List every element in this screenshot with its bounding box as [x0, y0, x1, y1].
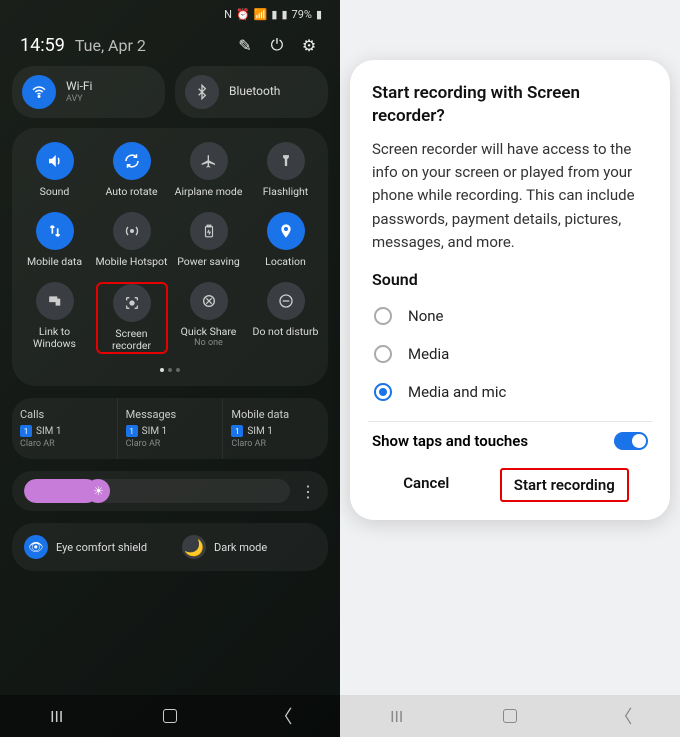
- flashlight-icon: [267, 142, 305, 180]
- battery-percent: 79%: [292, 8, 312, 21]
- brightness-track[interactable]: ☀: [24, 479, 290, 503]
- signal-icon: ▮: [281, 8, 287, 21]
- radio-label: Media and mic: [408, 383, 506, 401]
- tiles-pager[interactable]: [16, 368, 324, 372]
- edit-icon[interactable]: ✎: [234, 34, 256, 56]
- cancel-button[interactable]: Cancel: [391, 468, 461, 502]
- qs-tiles: Sound Auto rotate Airplane mode Flashlig…: [12, 128, 328, 386]
- data-icon: [36, 212, 74, 250]
- nav-bar: III 〈: [340, 695, 680, 737]
- signal-icon: ▮: [271, 8, 277, 21]
- radio-icon: [374, 383, 392, 401]
- tile-flashlight[interactable]: Flashlight: [250, 142, 322, 198]
- tile-auto-rotate[interactable]: Auto rotate: [96, 142, 168, 198]
- home-button[interactable]: [150, 706, 190, 726]
- more-icon[interactable]: ⋮: [300, 482, 316, 501]
- nav-bar: III 〈: [0, 695, 340, 737]
- qs-header: 14:59 Tue, Apr 2 ✎ ⏻ ⚙: [12, 28, 328, 66]
- radio-icon: [374, 307, 392, 325]
- recents-button[interactable]: III: [377, 706, 417, 726]
- tile-dnd[interactable]: Do not disturb: [250, 282, 322, 354]
- tile-hotspot[interactable]: Mobile Hotspot: [96, 212, 168, 268]
- wifi-ssid: AVY: [66, 94, 92, 104]
- dialog-title: Start recording with Screen recorder?: [372, 82, 648, 128]
- moon-icon: 🌙: [182, 535, 206, 559]
- clock-time[interactable]: 14:59: [20, 35, 65, 56]
- tile-airplane[interactable]: Airplane mode: [173, 142, 245, 198]
- tile-location[interactable]: Location: [250, 212, 322, 268]
- sound-icon: [36, 142, 74, 180]
- alarm-icon: ⏰: [236, 8, 250, 21]
- battery-icon: ▮: [316, 8, 322, 21]
- qs-pill-row: Wi-Fi AVY Bluetooth: [12, 66, 328, 118]
- wifi-icon: [22, 75, 56, 109]
- brightness-slider[interactable]: ☀ ⋮: [12, 471, 328, 511]
- bluetooth-pill[interactable]: Bluetooth: [175, 66, 328, 118]
- radio-icon: [374, 345, 392, 363]
- mode-pill-row: 👁 Eye comfort shield 🌙 Dark mode: [12, 523, 328, 571]
- radio-label: Media: [408, 345, 449, 363]
- gear-icon[interactable]: ⚙: [298, 34, 320, 56]
- radio-none[interactable]: None: [372, 297, 648, 335]
- clock-date[interactable]: Tue, Apr 2: [75, 36, 224, 55]
- tile-quick-share[interactable]: Quick Share No one: [173, 282, 245, 354]
- tile-sound[interactable]: Sound: [19, 142, 91, 198]
- sim-data[interactable]: Mobile data 1SIM 1 Claro AR: [222, 398, 328, 459]
- brightness-thumb[interactable]: ☀: [86, 479, 110, 503]
- tile-mobile-data[interactable]: Mobile data: [19, 212, 91, 268]
- rotate-icon: [113, 142, 151, 180]
- radio-media[interactable]: Media: [372, 335, 648, 373]
- sim-card-panel[interactable]: Calls 1SIM 1 Claro AR Messages 1SIM 1 Cl…: [12, 398, 328, 459]
- back-button[interactable]: 〈: [603, 706, 643, 726]
- bluetooth-label: Bluetooth: [229, 85, 280, 98]
- wifi-icon: 📶: [254, 8, 268, 21]
- show-taps-label: Show taps and touches: [372, 432, 528, 450]
- bluetooth-icon: [185, 75, 219, 109]
- radio-media-mic[interactable]: Media and mic: [372, 373, 648, 411]
- home-button[interactable]: [490, 706, 530, 726]
- sim-calls[interactable]: Calls 1SIM 1 Claro AR: [12, 398, 117, 459]
- toggle-switch[interactable]: [614, 432, 648, 450]
- dnd-icon: [267, 282, 305, 320]
- power-icon[interactable]: ⏻: [266, 34, 288, 56]
- permission-dialog: Start recording with Screen recorder? Sc…: [350, 60, 670, 520]
- tile-link-windows[interactable]: Link to Windows: [19, 282, 91, 354]
- wifi-pill[interactable]: Wi-Fi AVY: [12, 66, 165, 118]
- start-recording-button[interactable]: Start recording: [500, 468, 629, 502]
- divider: [368, 421, 652, 422]
- location-icon: [267, 212, 305, 250]
- quick-settings-panel: N ⏰ 📶 ▮ ▮ 79% ▮ 14:59 Tue, Apr 2 ✎ ⏻ ⚙ W…: [0, 0, 340, 737]
- dialog-body: Screen recorder will have access to the …: [372, 138, 648, 254]
- tile-screen-recorder[interactable]: Screen recorder: [96, 282, 168, 354]
- dark-mode-toggle[interactable]: 🌙 Dark mode: [170, 523, 328, 571]
- status-bar: N ⏰ 📶 ▮ ▮ 79% ▮: [12, 0, 328, 28]
- screen-recorder-dialog-screen: Start recording with Screen recorder? Sc…: [340, 0, 680, 737]
- eye-comfort-toggle[interactable]: 👁 Eye comfort shield: [12, 523, 170, 571]
- nfc-icon: N: [224, 8, 232, 21]
- airplane-icon: [190, 142, 228, 180]
- quick-share-icon: [190, 282, 228, 320]
- hotspot-icon: [113, 212, 151, 250]
- tile-power-saving[interactable]: Power saving: [173, 212, 245, 268]
- sound-header: Sound: [372, 270, 648, 289]
- radio-label: None: [408, 307, 444, 325]
- windows-link-icon: [36, 282, 74, 320]
- battery-saver-icon: [190, 212, 228, 250]
- eye-icon: 👁: [24, 535, 48, 559]
- sim-messages[interactable]: Messages 1SIM 1 Claro AR: [117, 398, 223, 459]
- wifi-label: Wi-Fi: [66, 80, 92, 93]
- screen-recorder-icon: [113, 284, 151, 322]
- recents-button[interactable]: III: [37, 706, 77, 726]
- show-taps-row[interactable]: Show taps and touches: [372, 432, 648, 450]
- back-button[interactable]: 〈: [263, 706, 303, 726]
